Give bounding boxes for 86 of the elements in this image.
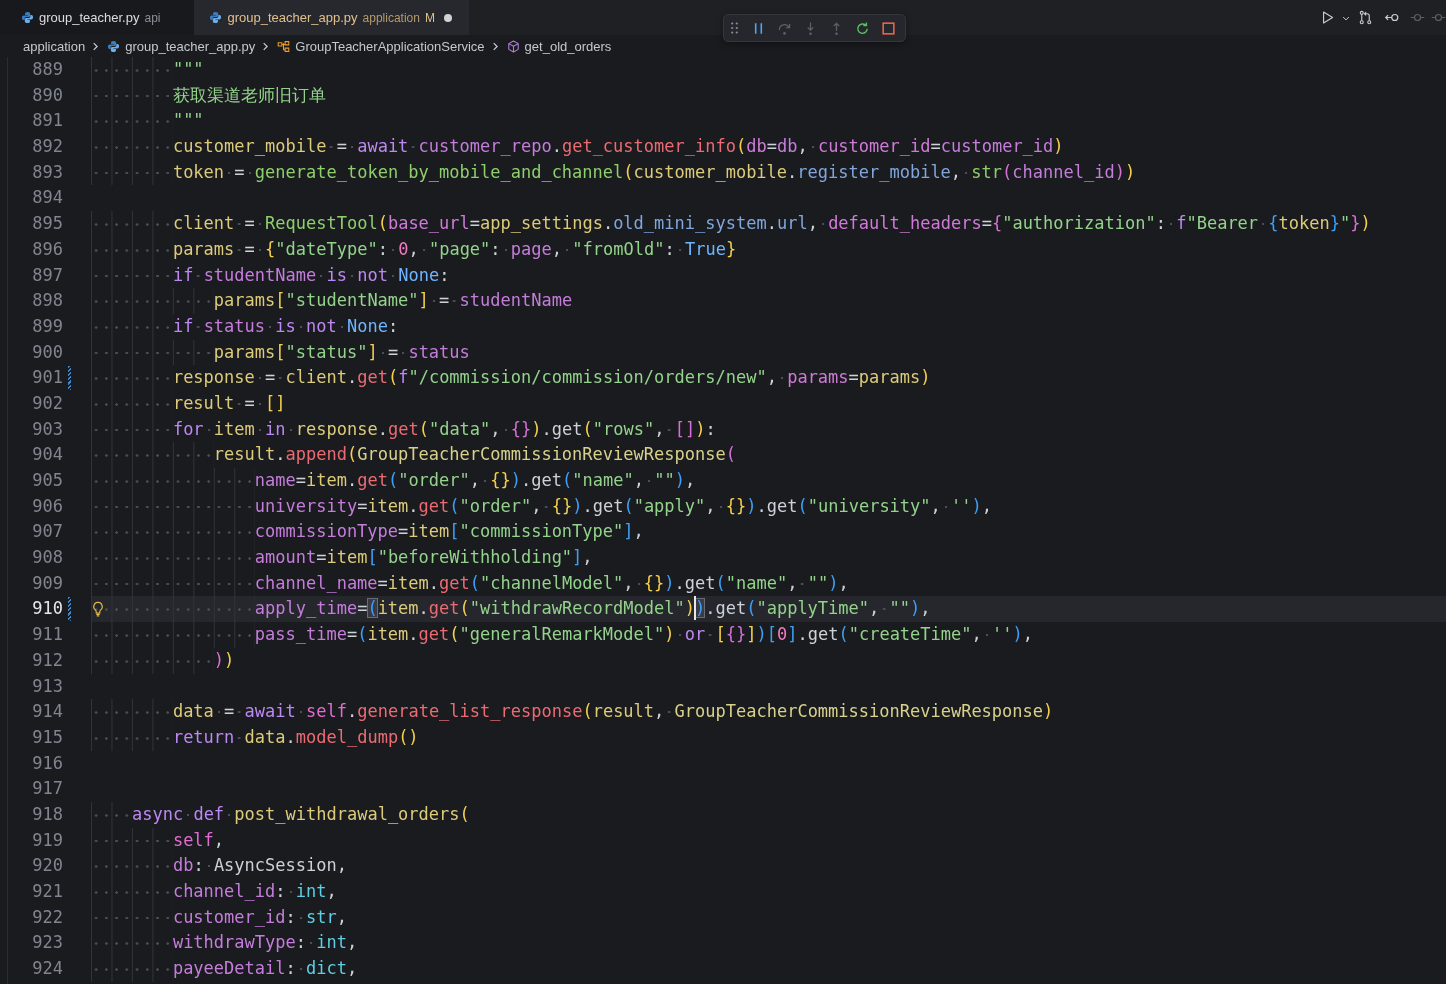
- editor-tab[interactable]: group_teacher.py api: [0, 0, 195, 35]
- code-line: token = generate_token_by_mobile_and_channel(customer_mobile.register_mobile, str(channel_id)): [91, 159, 1136, 186]
- code-line: params = {"dateType": 0, "page": page, "fromOld": True}: [91, 236, 737, 263]
- chevron-right-icon: [490, 41, 500, 51]
- line-number: 907: [31, 520, 63, 544]
- line-number: 922: [31, 905, 63, 929]
- line-number: 913: [31, 674, 63, 698]
- line-number: 904: [31, 443, 63, 467]
- code-line: channel_id: int,: [91, 879, 337, 905]
- python-icon: [21, 11, 34, 24]
- line-number: 916: [31, 751, 63, 775]
- grip-dots-icon[interactable]: [731, 22, 738, 34]
- line-number: 911: [31, 623, 63, 647]
- code-line: customer_id: str,: [91, 904, 347, 931]
- chevron-right-icon: [91, 41, 101, 51]
- cube-icon: [506, 39, 520, 53]
- line-number: 902: [31, 391, 63, 415]
- line-number: 924: [31, 957, 63, 981]
- breadcrumb-item[interactable]: get_old_orders: [506, 38, 612, 54]
- code-line: if status is not None:: [91, 313, 399, 340]
- code-line: if studentName is not None:: [91, 262, 450, 289]
- code-line: for item in response.get("data", {}).get("rows", []):: [91, 416, 716, 443]
- code-line: params["status"] = status: [91, 339, 470, 366]
- code-line: client = RequestTool(base_url=app_settings.old_mini_system.url, default_headers={"authorization": f"Bearer {token}"}): [91, 211, 1371, 237]
- line-number: 901: [31, 366, 63, 390]
- code-line: result.append(GroupTeacherCommissionReviewResponse(: [91, 442, 736, 468]
- editor-tab[interactable]: group_teacher_app.py application M: [194, 0, 469, 35]
- code-line: """: [91, 57, 204, 83]
- python-icon: [209, 11, 223, 24]
- breadcrumb-item[interactable]: group_teacher_app.py: [107, 38, 256, 54]
- code-line: async def post_withdrawal_orders(: [91, 801, 470, 828]
- line-number: 920: [31, 854, 63, 878]
- code-line: pass_time=(item.get("generalRemarkModel") or [{}])[0].get("createTime", ''),: [91, 622, 1033, 648]
- code-line: name=item.get("order", {}).get("name", ""),: [91, 468, 696, 494]
- chevron-right-icon: [261, 41, 271, 51]
- line-number: 906: [31, 494, 63, 518]
- circular-arrow-icon: [854, 20, 870, 36]
- code-line: data = await self.generate_list_response(result, GroupTeacherCommissionReviewResponse): [91, 699, 1054, 725]
- code-line: payeeDetail: dict,: [91, 956, 358, 982]
- line-number: 895: [31, 212, 63, 236]
- line-number: 900: [31, 340, 63, 364]
- line-number: 915: [31, 725, 63, 749]
- breadcrumb-item[interactable]: application: [23, 38, 86, 54]
- lightbulb-icon[interactable]: [92, 601, 104, 618]
- line-number: 892: [31, 135, 63, 159]
- line-number: 905: [31, 469, 63, 492]
- code-line: amount=item["beforeWithholding"],: [91, 545, 593, 571]
- line-number: 891: [31, 109, 63, 133]
- line-number: 898: [31, 289, 63, 313]
- code-line: university=item.get("order", {}).get("apply", {}).get("university", ''),: [91, 493, 993, 520]
- line-number: 899: [31, 314, 63, 338]
- code-line: channel_name=item.get("channelModel", {}).get("name", ""),: [91, 570, 849, 597]
- line-number: 909: [31, 571, 63, 595]
- line-number: 921: [31, 880, 63, 903]
- code-line: withdrawType: int,: [91, 930, 358, 957]
- code-line: response = client.get(f"/commission/commission/orders/new", params=params): [91, 365, 931, 391]
- line-number: 917: [31, 777, 63, 801]
- code-line: db: AsyncSession,: [91, 853, 347, 879]
- code-line: params["studentName"] = studentName: [91, 288, 573, 314]
- line-number: 919: [31, 828, 63, 852]
- line-number: 910: [31, 597, 63, 621]
- breadcrumb-item[interactable]: GroupTeacherApplicationService: [277, 38, 485, 54]
- code-line: """: [91, 108, 204, 135]
- line-number: 908: [31, 546, 63, 570]
- code-line: return data.model_dump(): [91, 724, 419, 751]
- git-compare-icon: [1357, 10, 1373, 25]
- code-line: customer_mobile = await customer_repo.get_customer_info(db=db, customer_id=customer_id): [91, 134, 1064, 160]
- line-number: 894: [31, 186, 63, 210]
- code-line: apply_time=(item.get("withdrawRecordModel")).get("applyTime", ""),: [91, 596, 931, 623]
- line-number: 914: [31, 700, 63, 724]
- line-number: 896: [31, 237, 63, 261]
- line-number: 889: [31, 58, 63, 81]
- stop-icon: [880, 20, 896, 36]
- line-number: 903: [31, 417, 63, 441]
- code-line: commissionType=item["commissionType"],: [91, 519, 644, 546]
- python-icon: [107, 39, 121, 53]
- line-number: 912: [31, 648, 63, 672]
- text-cursor-icon: [694, 596, 696, 621]
- code-line: 获取渠道老师旧订单: [91, 82, 326, 109]
- line-number: 893: [31, 160, 63, 184]
- line-number: 890: [31, 83, 63, 107]
- line-number: 923: [31, 931, 63, 955]
- code-line: result = []: [91, 390, 286, 417]
- class-symbol-icon: [277, 39, 291, 53]
- line-number: 918: [31, 802, 63, 826]
- line-number: 897: [31, 263, 63, 287]
